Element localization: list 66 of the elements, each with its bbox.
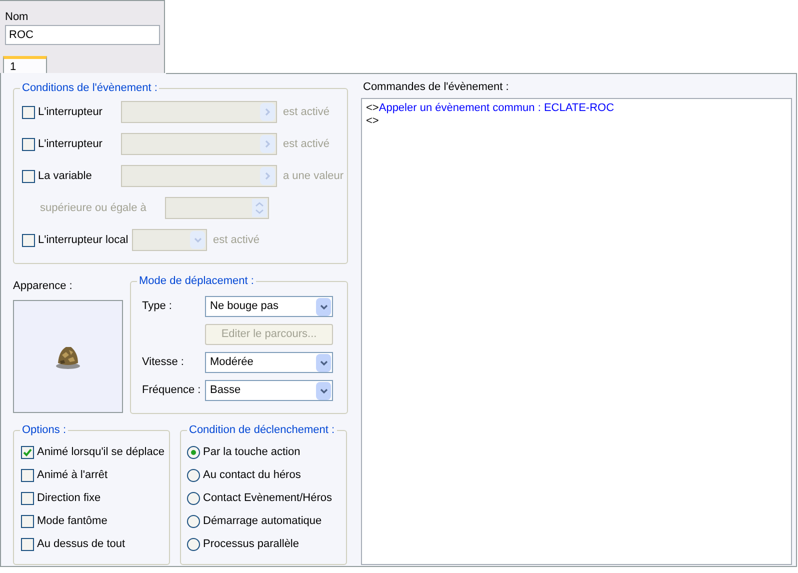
checkbox-label: Au dessus de tout	[37, 536, 126, 552]
radio-label: Contact Evènement/Héros	[203, 490, 332, 506]
chevron-right-icon	[264, 108, 271, 116]
suffix-label: est activé	[283, 104, 330, 120]
dropdown-value: Basse	[210, 383, 241, 398]
checkbox-label: Animé à l'arrêt	[37, 468, 108, 483]
dropdown[interactable]: Modérée	[205, 352, 333, 373]
checkbox[interactable]	[21, 446, 34, 458]
checkbox[interactable]	[21, 538, 34, 550]
checkbox-label: Direction fixe	[37, 490, 101, 506]
field-label: Type :	[142, 299, 173, 314]
dropdown[interactable]: Ne bouge pas	[205, 296, 333, 317]
checkbox[interactable]	[21, 468, 34, 482]
radio-label: Démarrage automatique	[203, 514, 322, 529]
chevron-right-icon	[264, 140, 271, 148]
selector-field[interactable]	[121, 101, 277, 123]
chevron-down-icon	[320, 304, 328, 310]
command-line[interactable]: <>	[366, 115, 787, 128]
checkbox[interactable]	[22, 234, 35, 246]
chevron-down-icon	[194, 237, 202, 243]
dropdown-value: Modérée	[210, 355, 254, 370]
selector-field[interactable]	[121, 133, 277, 155]
suffix-label: est activé	[213, 232, 260, 248]
field-label: Vitesse :	[142, 355, 185, 370]
checkbox[interactable]	[22, 106, 35, 118]
command-list[interactable]: <>Appeler un évènement commun : ECLATE-ROC <>	[361, 98, 792, 565]
dropdown-arrow-button[interactable]	[316, 298, 331, 316]
dropdown[interactable]: Basse	[205, 380, 333, 401]
checkbox-label: Mode fantôme	[37, 514, 108, 529]
radio-button[interactable]	[187, 538, 200, 550]
group-title: Mode de déplacement :	[137, 274, 256, 288]
spin-field[interactable]	[165, 197, 269, 219]
dropdown-arrow-button[interactable]	[316, 354, 331, 372]
suffix-label: est activé	[283, 136, 330, 152]
chevron-right-icon	[264, 172, 271, 180]
section-label: Commandes de l'évènement :	[363, 81, 510, 94]
radio-label: Au contact du héros	[203, 468, 301, 483]
radio-label: Par la touche action	[203, 444, 300, 460]
field-label: supérieure ou égale à	[40, 200, 148, 216]
checkbox-label: Animé lorsqu'il se déplace	[37, 444, 164, 460]
checkbox[interactable]	[21, 492, 34, 504]
command-line[interactable]: <>Appeler un évènement commun : ECLATE-ROC	[366, 102, 787, 115]
chevron-down-icon	[320, 388, 328, 394]
checkbox[interactable]	[22, 170, 35, 182]
radio-button[interactable]	[187, 468, 200, 482]
radio-button[interactable]	[187, 492, 200, 504]
checkbox-label: L'interrupteur	[38, 136, 104, 152]
field-label: Fréquence :	[142, 383, 202, 398]
name-field[interactable]: ROC	[5, 25, 160, 45]
dropdown-value: Ne bouge pas	[210, 299, 278, 314]
checkbox-label: L'interrupteur local	[38, 232, 130, 248]
dropdown-arrow-button[interactable]	[316, 382, 331, 400]
field-label: Nom	[5, 11, 28, 24]
checkbox-label: La variable	[38, 168, 93, 184]
checkbox-label: L'interrupteur	[38, 104, 104, 120]
checkbox[interactable]	[22, 138, 35, 150]
suffix-label: a une valeur	[283, 168, 344, 184]
checkbox[interactable]	[21, 514, 34, 528]
radio-button[interactable]	[187, 446, 200, 458]
group-title: Options :	[20, 423, 68, 437]
radio-label: Processus parallèle	[203, 536, 299, 552]
chevron-down-icon	[320, 360, 328, 366]
selector-field[interactable]	[121, 165, 277, 187]
radio-button[interactable]	[187, 514, 200, 528]
tab[interactable]: 1	[3, 56, 47, 74]
section-label: Apparence :	[13, 280, 74, 293]
